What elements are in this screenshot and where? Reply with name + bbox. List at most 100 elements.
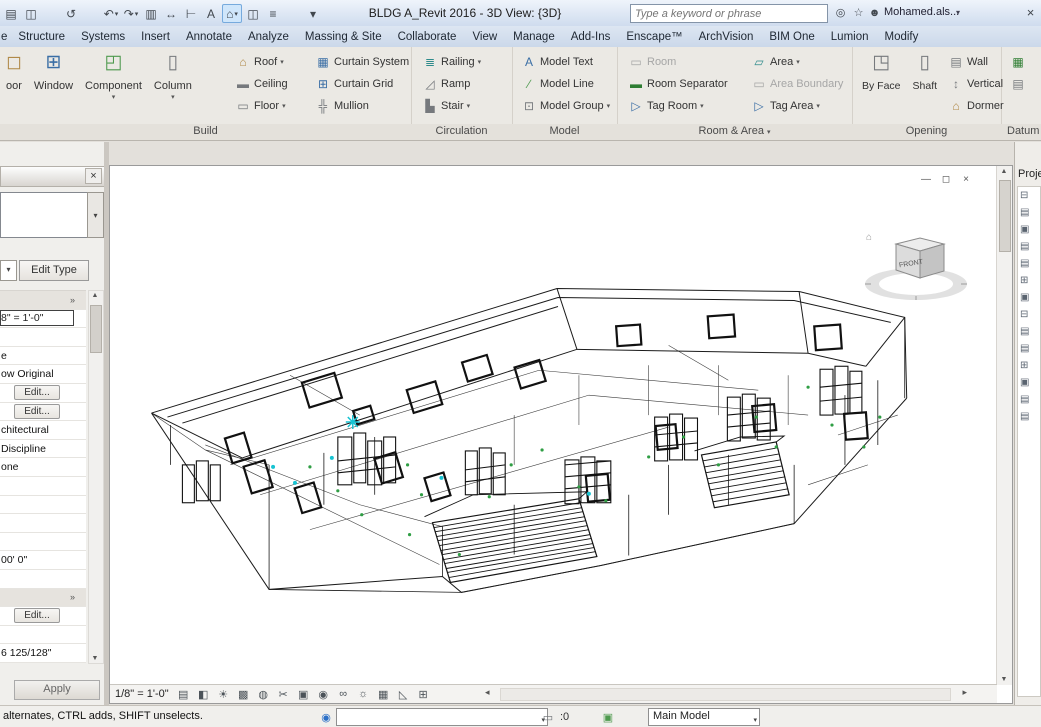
property-row[interactable] — [0, 625, 86, 645]
model-text-button[interactable]: A Model Text ▾ — [518, 51, 613, 73]
reveal-hidden-icon[interactable]: ☼ — [354, 686, 373, 702]
roof-button[interactable]: ⌂ Roof ▾ — [232, 51, 291, 73]
property-row[interactable] — [0, 569, 86, 589]
column-button[interactable]: ▯ Column ▾ — [148, 48, 198, 124]
visual-style-icon[interactable]: ◧ — [194, 686, 213, 702]
text-icon[interactable]: A▾ — [202, 5, 220, 22]
ribbon-tab[interactable]: Manage — [505, 28, 563, 47]
ribbon-tab[interactable]: Modify — [877, 28, 927, 47]
viewcube-home-icon[interactable]: ⌂ — [866, 232, 872, 243]
ceiling-button[interactable]: ▬ Ceiling ▾ — [232, 73, 291, 95]
tag-room-button[interactable]: ▷ Tag Room ▾ — [625, 95, 731, 117]
door-button[interactable]: ◻ oor ▾ — [0, 48, 28, 124]
drawing-area[interactable]: FRONT ⌂ — ◻ × ▲ ▼ 1/8" = 1'-0" ▤ ◧ ☀ ▩ ◍… — [109, 165, 1013, 704]
edit-type-button[interactable]: Edit Type — [19, 260, 89, 281]
panel-label-datum[interactable]: Datum — [1001, 124, 1041, 140]
favorites-star-icon[interactable]: ☆ — [850, 4, 867, 21]
properties-scrollbar[interactable]: ▲ ▼ — [88, 290, 104, 664]
ribbon-tab[interactable]: Systems — [73, 28, 133, 47]
default-3d-view-icon[interactable]: ⌂ ▾ — [222, 4, 242, 23]
section-icon[interactable]: ◫▾ — [244, 5, 262, 22]
grid-button[interactable]: ▤ — [1007, 73, 1032, 95]
viewcube[interactable]: FRONT ⌂ — [858, 226, 976, 318]
property-row[interactable] — [0, 476, 86, 496]
tree-node[interactable]: ▤ — [1018, 323, 1040, 340]
level-button[interactable]: ▦ — [1007, 51, 1032, 73]
property-row[interactable]: Edit... — [0, 402, 86, 422]
panel-label-model[interactable]: Model — [512, 124, 617, 140]
tag-area-button[interactable]: ▷ Tag Area ▾ — [748, 95, 846, 117]
close-view-icon[interactable]: × — [958, 174, 974, 187]
thin-lines-icon[interactable]: ≡▾ — [264, 5, 282, 22]
panel-label-opening[interactable]: Opening — [852, 124, 1001, 140]
search-go-icon[interactable]: ◎ — [832, 4, 849, 21]
print-icon[interactable]: ▥▾ — [142, 5, 160, 22]
username-menu[interactable]: Mohamed.als... — [884, 6, 959, 18]
lock-3d-view-icon[interactable]: ◉ — [314, 686, 333, 702]
property-row[interactable]: one — [0, 458, 86, 477]
ribbon-tab[interactable]: ArchVision — [691, 28, 762, 47]
username-dropdown-icon[interactable]: ▾ — [956, 8, 960, 17]
properties-close-icon[interactable]: × — [85, 168, 102, 184]
model-group-button[interactable]: ⊡ Model Group ▾ — [518, 95, 613, 117]
opening-by-face-button[interactable]: ◳ By Face ▾ — [856, 48, 907, 124]
hscroll-left-icon[interactable]: ◂ — [485, 687, 490, 698]
tree-node[interactable]: ⊟ — [1018, 306, 1040, 323]
property-row[interactable]: 00' 0" — [0, 551, 86, 570]
tree-node[interactable]: ▤ — [1018, 408, 1040, 425]
property-row[interactable] — [0, 532, 86, 552]
detail-level-icon[interactable]: ▤ — [174, 686, 193, 702]
ribbon-tab[interactable]: Lumion — [823, 28, 877, 47]
panel-label-circulation[interactable]: Circulation — [411, 124, 512, 140]
save-icon[interactable]: ◫▾ — [22, 5, 40, 22]
scroll-down-icon[interactable]: ▼ — [997, 676, 1011, 683]
component-button[interactable]: ◰ Component ▾ — [79, 48, 148, 124]
panel-label-room-area[interactable]: Room & Area ▾ — [617, 124, 852, 140]
restore-view-icon[interactable]: ◻ — [938, 174, 954, 187]
ribbon-tab[interactable]: BIM One — [761, 28, 822, 47]
editable-only-icon[interactable]: ▭ — [540, 709, 556, 725]
ribbon-tab[interactable]: Collaborate — [390, 28, 465, 47]
horizontal-scrollbar[interactable] — [500, 688, 951, 701]
tree-node[interactable]: ⊟ — [1018, 187, 1040, 204]
view-scale-button[interactable]: 1/8" = 1'-0" — [110, 688, 174, 700]
ribbon-tab[interactable]: e — [0, 28, 10, 47]
property-row[interactable]: ow Original — [0, 365, 86, 384]
curtain-system-button[interactable]: ▦ Curtain System ▾ — [312, 51, 412, 73]
property-row[interactable]: » — [0, 291, 86, 310]
floor-button[interactable]: ▭ Floor ▾ — [232, 95, 291, 117]
property-row[interactable] — [0, 514, 86, 533]
property-row[interactable]: e — [0, 346, 86, 366]
tree-node[interactable]: ▤ — [1018, 255, 1040, 272]
property-row[interactable] — [0, 495, 86, 515]
undo-icon[interactable]: ↶ ▾ — [102, 5, 120, 22]
dormer-button[interactable]: ⌂ Dormer ▾ — [945, 95, 1007, 117]
panel-label-build[interactable]: Build — [0, 124, 411, 140]
stair-button[interactable]: ▙ Stair ▾ — [419, 95, 484, 117]
tree-node[interactable]: ▤ — [1018, 204, 1040, 221]
qat-separator[interactable]: ▾ — [82, 5, 100, 22]
temporary-view-properties-icon[interactable]: ▦ — [374, 686, 393, 702]
active-workset-select[interactable]: ▾ — [336, 708, 548, 726]
wall-opening-button[interactable]: ▤ Wall ▾ — [945, 51, 1007, 73]
sign-in-icon[interactable]: ☻ — [866, 4, 883, 21]
ribbon-tab[interactable]: Add-Ins — [563, 28, 619, 47]
property-row[interactable]: Discipline — [0, 439, 86, 459]
qat-separator[interactable]: ▾ — [42, 5, 60, 22]
hscroll-right-icon[interactable]: ▸ — [962, 687, 967, 698]
property-row[interactable]: Edit... — [0, 607, 86, 626]
tree-node[interactable]: ▤ — [1018, 238, 1040, 255]
temporary-hide-isolate-icon[interactable]: ∞ — [334, 686, 353, 702]
scroll-up-icon[interactable]: ▲ — [89, 292, 101, 299]
crop-view-icon[interactable]: ✂ — [274, 686, 293, 702]
properties-filter-dropdown[interactable]: ▾ — [0, 260, 17, 281]
property-row[interactable]: chitectural — [0, 421, 86, 440]
design-option-select[interactable]: Main Model ▾ — [648, 708, 760, 726]
project-browser-title[interactable]: Proje — [1018, 168, 1041, 180]
open-icon[interactable]: ▤▾ — [2, 5, 20, 22]
displacement-sets-icon[interactable]: ⊞ — [414, 686, 433, 702]
minimize-view-icon[interactable]: — — [918, 174, 934, 187]
model-line-button[interactable]: ∕ Model Line ▾ — [518, 73, 613, 95]
vertical-opening-button[interactable]: ↕ Vertical ▾ — [945, 73, 1007, 95]
area-boundary-button[interactable]: ▭ Area Boundary ▾ — [748, 73, 846, 95]
